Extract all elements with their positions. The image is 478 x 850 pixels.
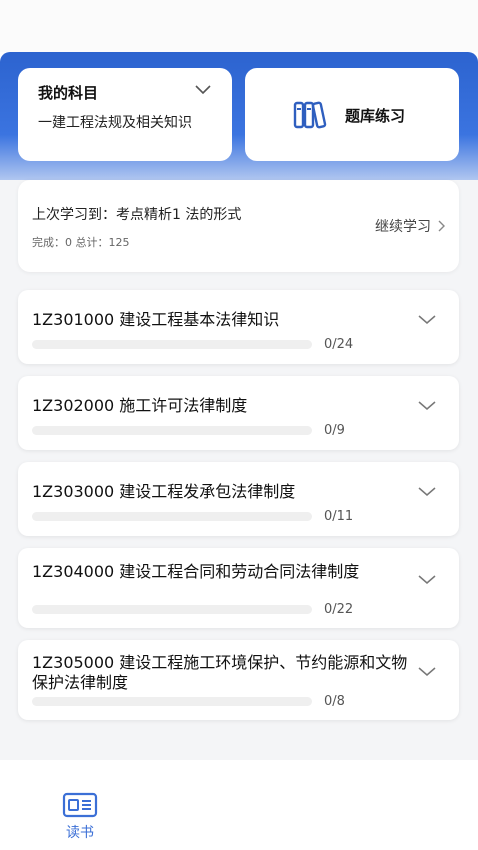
chapter-card[interactable]: 1Z302000 施工许可法律制度 0/9 bbox=[18, 376, 459, 450]
nav-item-read[interactable]: 读书 bbox=[52, 792, 108, 844]
chevron-down-icon[interactable] bbox=[417, 666, 437, 678]
chapter-card[interactable]: 1Z303000 建设工程发承包法律制度 0/11 bbox=[18, 462, 459, 536]
book-reader-icon bbox=[62, 792, 98, 818]
chapter-title: 1Z305000 建设工程施工环境保护、节约能源和文物保护法律制度 bbox=[32, 653, 408, 692]
chapter-count: 0/24 bbox=[324, 337, 354, 352]
chevron-down-icon bbox=[195, 85, 211, 95]
completion-stats: 完成：0 总计：125 bbox=[32, 236, 130, 249]
subject-name: 一建工程法规及相关知识 bbox=[38, 115, 192, 131]
chapter-progress-bar bbox=[32, 512, 312, 521]
study-progress-card: 上次学习到：考点精析1 法的形式 完成：0 总计：125 继续学习 bbox=[18, 180, 459, 272]
chapter-count: 0/9 bbox=[324, 423, 345, 438]
status-area bbox=[0, 0, 478, 52]
chapter-title: 1Z301000 建设工程基本法律知识 bbox=[32, 310, 280, 329]
chapter-progress-bar bbox=[32, 426, 312, 435]
chevron-down-icon[interactable] bbox=[417, 400, 437, 412]
chevron-down-icon[interactable] bbox=[417, 486, 437, 498]
chapter-title: 1Z304000 建设工程合同和劳动合同法律制度 bbox=[32, 562, 360, 581]
chevron-right-icon bbox=[438, 220, 445, 232]
chevron-down-icon[interactable] bbox=[417, 574, 437, 586]
chapter-progress-bar bbox=[32, 605, 312, 614]
chapter-count: 0/22 bbox=[324, 602, 354, 617]
chapter-card[interactable]: 1Z301000 建设工程基本法律知识 0/24 bbox=[18, 290, 459, 364]
question-bank-button[interactable]: 题库练习 bbox=[245, 68, 459, 161]
chapter-title: 1Z303000 建设工程发承包法律制度 bbox=[32, 482, 296, 501]
chapter-card[interactable]: 1Z305000 建设工程施工环境保护、节约能源和文物保护法律制度 0/8 bbox=[18, 640, 459, 720]
chapter-title: 1Z302000 施工许可法律制度 bbox=[32, 396, 248, 415]
subject-title: 我的科目 bbox=[38, 84, 99, 102]
chapter-progress-bar bbox=[32, 340, 312, 349]
chapter-card[interactable]: 1Z304000 建设工程合同和劳动合同法律制度 0/22 bbox=[18, 548, 459, 628]
last-study-text: 上次学习到：考点精析1 法的形式 bbox=[32, 207, 242, 223]
books-icon bbox=[293, 101, 327, 129]
continue-study-label: 继续学习 bbox=[375, 219, 431, 235]
chapter-progress-bar bbox=[32, 697, 312, 706]
subject-selector[interactable]: 我的科目 一建工程法规及相关知识 bbox=[18, 68, 232, 161]
chapter-count: 0/11 bbox=[324, 509, 354, 524]
chevron-down-icon[interactable] bbox=[417, 314, 437, 326]
continue-study-button[interactable]: 继续学习 bbox=[375, 216, 445, 236]
chapter-count: 0/8 bbox=[324, 694, 345, 709]
question-bank-label: 题库练习 bbox=[345, 107, 406, 125]
nav-label-read: 读书 bbox=[66, 825, 94, 841]
